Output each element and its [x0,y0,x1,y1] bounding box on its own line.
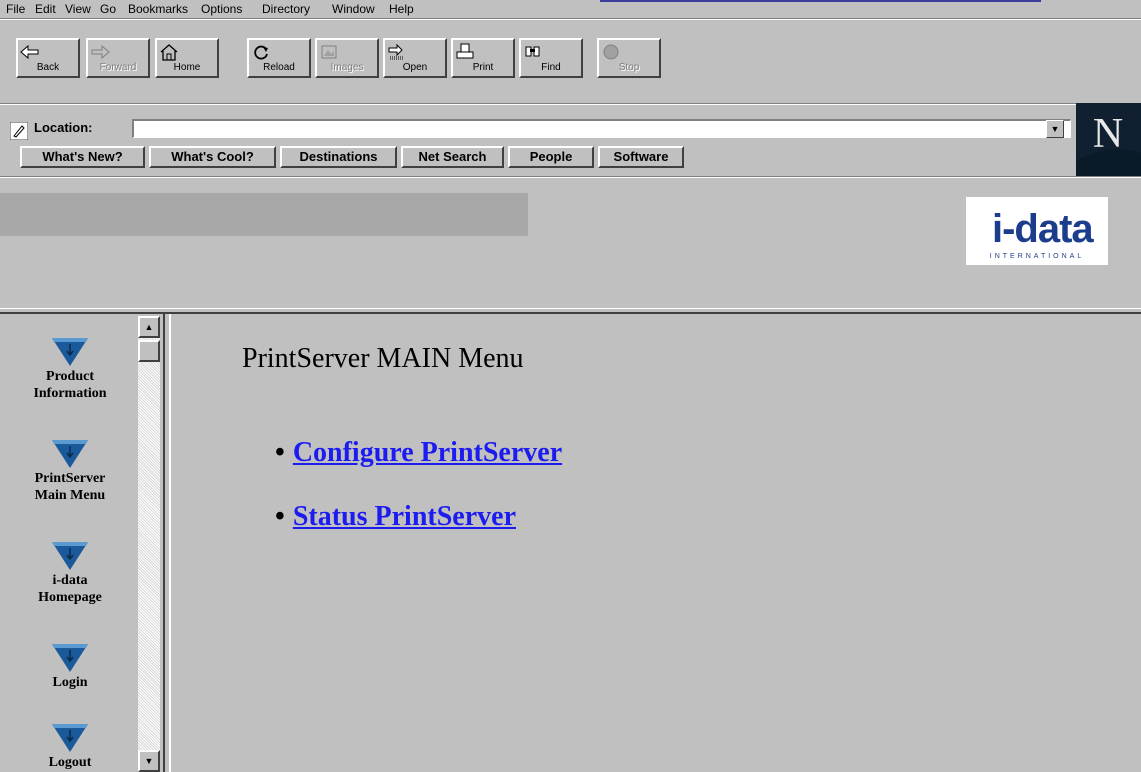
forward-button[interactable]: Forward [86,38,150,78]
back-button[interactable]: Back [16,38,80,78]
find-icon [525,46,540,57]
find-label: Find [541,62,561,73]
back-arrow-icon [20,44,39,60]
menu-file[interactable]: File [6,2,25,16]
images-button[interactable]: Images [315,38,379,78]
idata-logo-text: i-data [992,207,1094,251]
scroll-thumb[interactable] [138,340,160,362]
print-button[interactable]: Print [451,38,515,78]
net-search-button[interactable]: Net Search [401,146,504,168]
menu-view[interactable]: View [65,2,91,16]
nav-label: PrintServer [34,471,106,486]
netscape-n-letter: N [1093,111,1123,157]
open-button[interactable]: Open [383,38,447,78]
location-label: Location: [34,120,93,135]
nav-label: i-data [52,573,88,588]
stop-button[interactable]: Stop [597,38,661,78]
back-label: Back [36,62,60,73]
scroll-up-button[interactable]: ▲ [138,316,160,338]
down-arrow-icon [52,440,88,468]
idata-logo-subtext: INTERNATIONAL [989,253,1085,260]
reload-icon [254,45,268,60]
chevron-down-icon: ▼ [144,756,154,766]
banner-bar [0,193,528,236]
menu-directory[interactable]: Directory [262,2,310,16]
stop-icon [603,44,619,60]
list-item: • Status PrintServer [275,500,516,534]
bookmark-quickfile-icon[interactable] [10,122,28,140]
software-button[interactable]: Software [598,146,684,168]
print-icon [456,43,474,59]
home-icon [160,44,178,61]
images-icon [321,45,337,59]
menu-help[interactable]: Help [389,2,414,16]
status-printserver-link[interactable]: Status PrintServer [293,501,516,532]
forward-arrow-icon [91,44,110,60]
nav-item-logout[interactable]: Logout [0,720,140,771]
people-button[interactable]: People [508,146,594,168]
toolbar-separator-bottom [0,103,1076,105]
configure-printserver-link[interactable]: Configure PrintServer [293,437,562,468]
nav-item-idata-homepage[interactable]: i-data Homepage [0,538,140,606]
chevron-down-icon: ▼ [1050,124,1060,134]
destinations-button[interactable]: Destinations [280,146,397,168]
page-title: PrintServer MAIN Menu [242,343,524,374]
bullet: • [275,437,285,468]
chrome-separator [0,176,1141,178]
nav-label: Main Menu [34,488,106,503]
menu-window[interactable]: Window [332,2,375,16]
toolbar-separator-top [0,18,1141,20]
list-item: • Configure PrintServer [275,436,562,470]
menu-edit[interactable]: Edit [35,2,56,16]
nav-item-login[interactable]: Login [0,640,140,691]
location-dropdown-button[interactable]: ▼ [1046,120,1064,138]
open-label: Open [402,62,428,73]
nav-label: Homepage [38,590,102,605]
window-title-strip [600,0,1041,2]
find-button[interactable]: Find [519,38,583,78]
stop-label: Stop [618,62,640,73]
print-label: Print [472,62,494,73]
netscape-logo[interactable]: N [1076,103,1141,177]
idata-logo: i-data INTERNATIONAL [966,197,1108,265]
whats-cool-button[interactable]: What's Cool? [149,146,276,168]
nav-label: Product [46,369,94,384]
scroll-down-button[interactable]: ▼ [138,750,160,772]
reload-button[interactable]: Reload [247,38,311,78]
menu-options[interactable]: Options [201,2,242,16]
frame-divider-vertical[interactable] [163,314,171,772]
nav-item-product-information[interactable]: Product Information [0,334,140,402]
nav-label: Logout [48,755,92,770]
menu-go[interactable]: Go [100,2,116,16]
images-label: Images [330,62,364,73]
chevron-up-icon: ▲ [144,322,154,332]
open-icon [388,43,404,60]
nav-scrollbar[interactable] [138,316,160,772]
netscape-n-icon: N [1076,103,1141,177]
down-arrow-icon [52,338,88,366]
home-label: Home [173,62,201,73]
reload-label: Reload [263,62,295,73]
bullet: • [275,501,285,532]
down-arrow-icon [52,644,88,672]
down-arrow-icon [52,542,88,570]
nav-label: Information [33,386,107,401]
main-frame [171,314,1141,772]
location-input[interactable] [132,119,1071,138]
menu-bar: File Edit View Go Bookmarks Options Dire… [0,0,1141,18]
home-button[interactable]: Home [155,38,219,78]
whats-new-button[interactable]: What's New? [20,146,145,168]
nav-label: Login [52,675,88,690]
down-arrow-icon [52,724,88,752]
nav-item-printserver-main-menu[interactable]: PrintServer Main Menu [0,436,140,504]
menu-bookmarks[interactable]: Bookmarks [128,2,188,16]
forward-label: Forward [99,62,137,73]
